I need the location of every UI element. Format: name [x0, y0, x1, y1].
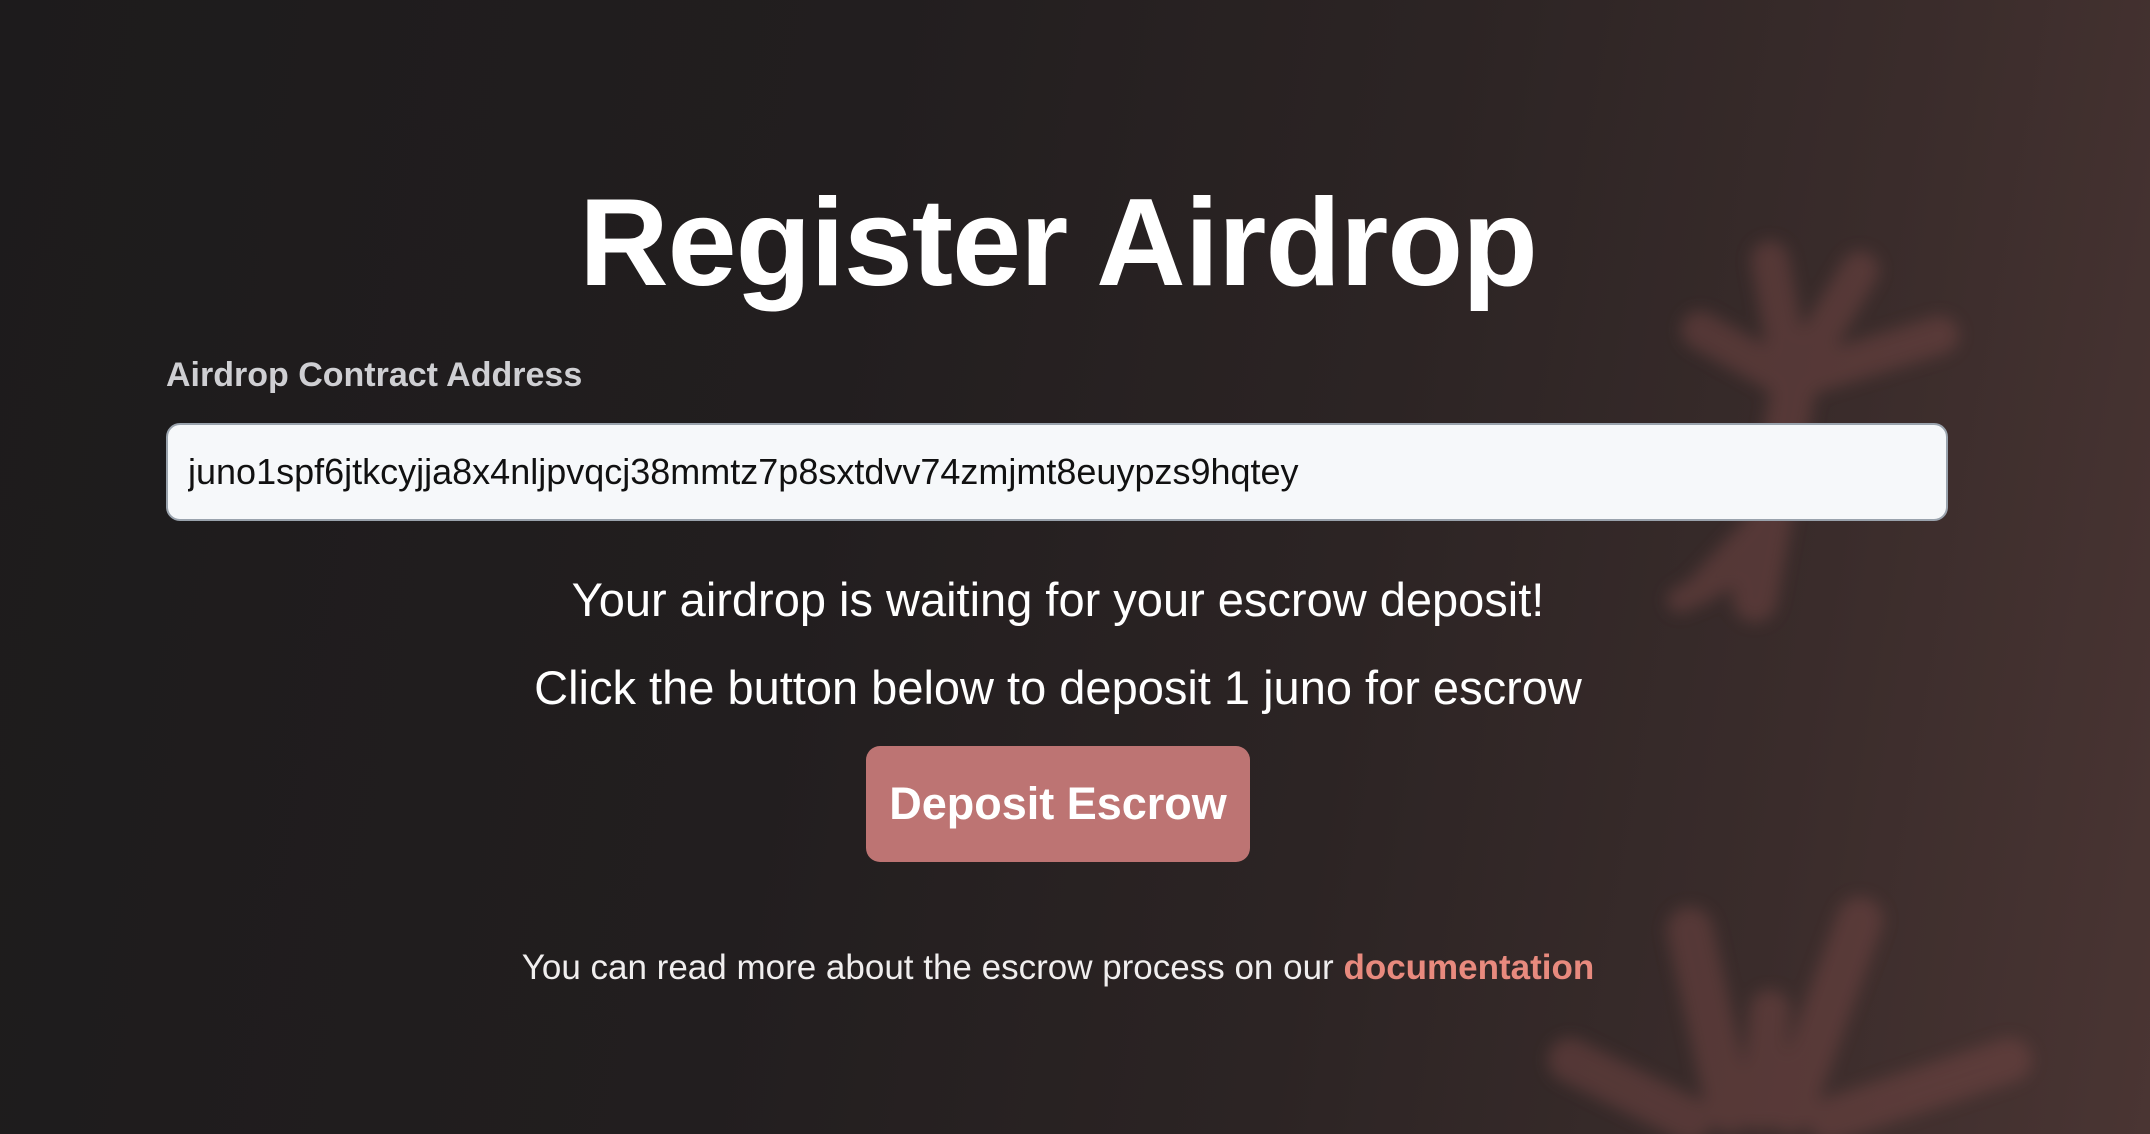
- footer-text: You can read more about the escrow proce…: [521, 948, 1344, 987]
- address-field-label: Airdrop Contract Address: [166, 356, 583, 394]
- page-title: Register Airdrop: [579, 174, 1538, 312]
- deposit-escrow-button[interactable]: Deposit Escrow: [866, 746, 1250, 862]
- airdrop-contract-address-input[interactable]: [166, 423, 1948, 521]
- status-message: Your airdrop is waiting for your escrow …: [571, 573, 1545, 626]
- documentation-link[interactable]: documentation: [1343, 948, 1594, 987]
- instruction-message: Click the button below to deposit 1 juno…: [534, 661, 1582, 714]
- footer-note: You can read more about the escrow proce…: [0, 948, 2116, 988]
